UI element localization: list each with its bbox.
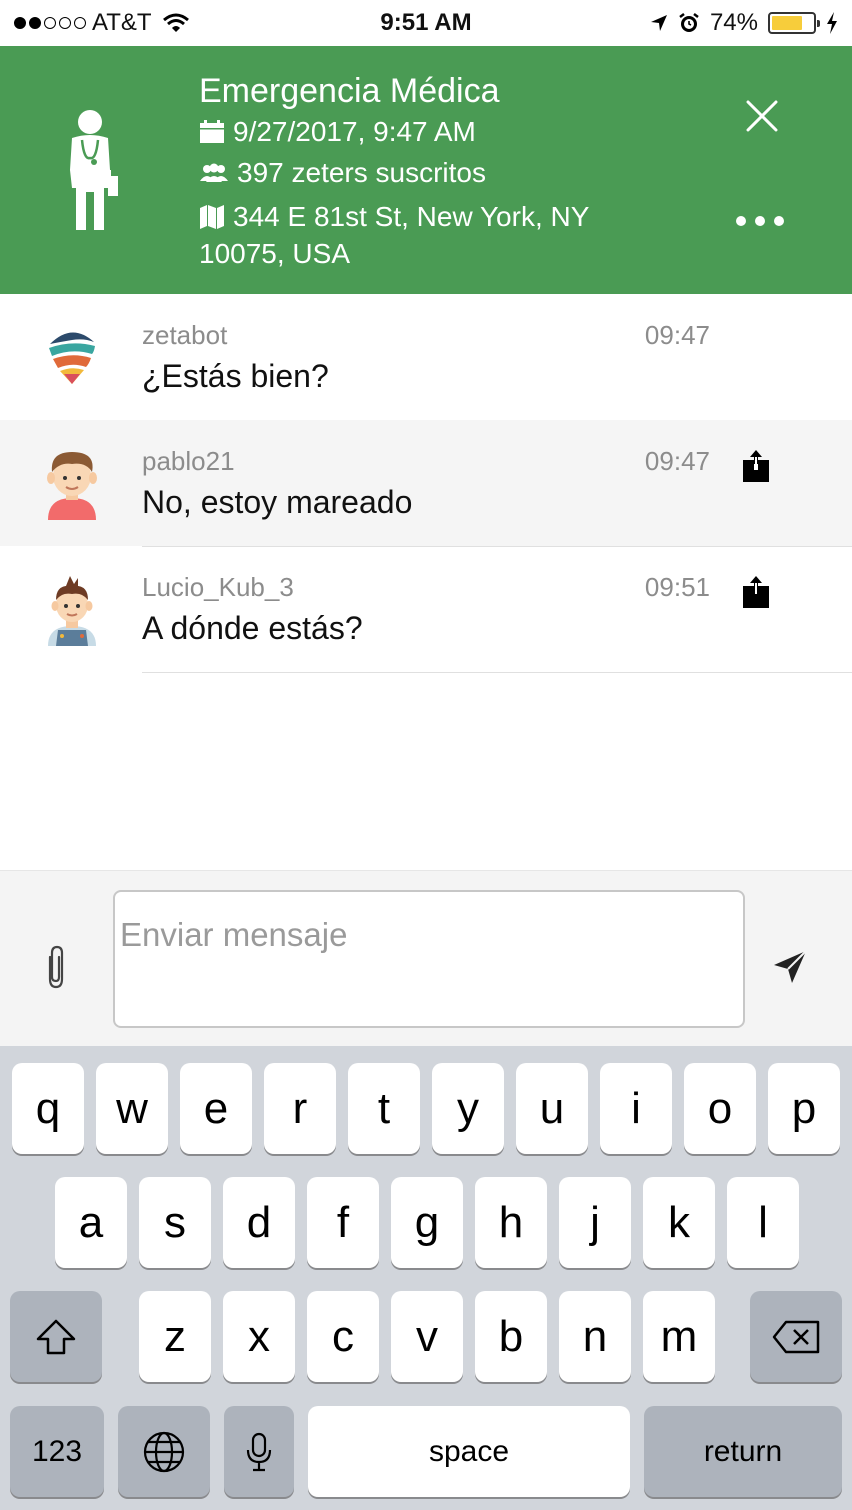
message-item[interactable]: pablo21 09:47 No, estoy mareado bbox=[0, 420, 852, 547]
key-u[interactable]: u bbox=[516, 1063, 588, 1154]
group-icon bbox=[200, 163, 228, 182]
key-x[interactable]: x bbox=[223, 1291, 295, 1382]
key-g[interactable]: g bbox=[391, 1177, 463, 1268]
key-y[interactable]: y bbox=[432, 1063, 504, 1154]
message-time: 09:47 bbox=[644, 320, 710, 350]
message-text: ¿Estás bien? bbox=[142, 358, 329, 394]
more-dot bbox=[755, 216, 765, 226]
status-bar: AT&T 9:51 AM 74% bbox=[0, 0, 852, 46]
message-text: A dónde estás? bbox=[142, 610, 363, 646]
key-d[interactable]: d bbox=[223, 1177, 295, 1268]
send-button[interactable] bbox=[772, 949, 808, 985]
key-j[interactable]: j bbox=[559, 1177, 631, 1268]
event-date-text: 9/27/2017, 9:47 AM bbox=[233, 116, 476, 147]
key-e[interactable]: e bbox=[180, 1063, 252, 1154]
map-icon bbox=[200, 205, 224, 229]
backspace-key[interactable] bbox=[750, 1291, 842, 1382]
event-date: 9/27/2017, 9:47 AM bbox=[199, 116, 476, 148]
key-l[interactable]: l bbox=[727, 1177, 799, 1268]
close-button[interactable] bbox=[742, 96, 782, 136]
message-input[interactable] bbox=[113, 890, 745, 1028]
dictation-key[interactable] bbox=[224, 1406, 294, 1497]
key-w[interactable]: w bbox=[96, 1063, 168, 1154]
event-title: Emergencia Médica bbox=[199, 72, 500, 110]
status-right: 74% bbox=[650, 9, 838, 37]
message-item[interactable]: Lucio_Kub_3 09:51 A dónde estás? bbox=[0, 546, 852, 673]
globe-key[interactable] bbox=[118, 1406, 210, 1497]
zetabot-logo-avatar bbox=[49, 332, 95, 384]
boy-overalls-avatar bbox=[48, 576, 96, 646]
doctor-icon bbox=[70, 110, 118, 230]
key-q[interactable]: q bbox=[12, 1063, 84, 1154]
key-t[interactable]: t bbox=[348, 1063, 420, 1154]
more-dot bbox=[774, 216, 784, 226]
charging-bolt-icon bbox=[827, 12, 837, 34]
divider bbox=[142, 672, 852, 673]
return-key[interactable]: return bbox=[644, 1406, 842, 1497]
battery-icon bbox=[768, 12, 820, 34]
key-i[interactable]: i bbox=[600, 1063, 672, 1154]
event-header: Emergencia Médica 9/27/2017, 9:47 AM 397… bbox=[0, 46, 852, 294]
boy-avatar bbox=[47, 452, 97, 520]
key-v[interactable]: v bbox=[391, 1291, 463, 1382]
event-subscribers: 397 zeters suscritos bbox=[199, 157, 486, 189]
message-author: pablo21 bbox=[142, 446, 235, 476]
message-author: zetabot bbox=[142, 320, 228, 350]
space-key[interactable]: space bbox=[308, 1406, 630, 1497]
key-f[interactable]: f bbox=[307, 1177, 379, 1268]
key-b[interactable]: b bbox=[475, 1291, 547, 1382]
key-z[interactable]: z bbox=[139, 1291, 211, 1382]
share-icon[interactable] bbox=[742, 576, 770, 608]
more-options-button[interactable] bbox=[736, 206, 784, 236]
more-dot bbox=[736, 216, 746, 226]
on-screen-keyboard: qwertyuiop asdfghjkl zxcvbnm 123 space r… bbox=[0, 1046, 852, 1510]
microphone-icon bbox=[246, 1432, 272, 1471]
message-item[interactable]: zetabot 09:47 ¿Estás bien? bbox=[0, 294, 852, 421]
message-list[interactable]: zetabot 09:47 ¿Estás bien? pablo21 09:47… bbox=[0, 294, 852, 870]
message-author: Lucio_Kub_3 bbox=[142, 572, 294, 602]
backspace-icon bbox=[772, 1320, 820, 1353]
key-p[interactable]: p bbox=[768, 1063, 840, 1154]
location-arrow-icon bbox=[650, 15, 667, 31]
key-c[interactable]: c bbox=[307, 1291, 379, 1382]
message-text: No, estoy mareado bbox=[142, 484, 413, 520]
message-time: 09:51 bbox=[644, 572, 710, 602]
key-m[interactable]: m bbox=[643, 1291, 715, 1382]
key-h[interactable]: h bbox=[475, 1177, 547, 1268]
key-k[interactable]: k bbox=[643, 1177, 715, 1268]
alarm-icon bbox=[679, 13, 699, 32]
event-subscribers-text: 397 zeters suscritos bbox=[237, 157, 486, 188]
calendar-icon bbox=[200, 120, 224, 143]
key-a[interactable]: a bbox=[55, 1177, 127, 1268]
globe-icon bbox=[143, 1431, 185, 1472]
key-n[interactable]: n bbox=[559, 1291, 631, 1382]
battery-percent: 74% bbox=[709, 9, 758, 36]
numbers-key[interactable]: 123 bbox=[10, 1406, 104, 1497]
shift-key[interactable] bbox=[10, 1291, 102, 1382]
message-time: 09:47 bbox=[644, 446, 710, 476]
key-r[interactable]: r bbox=[264, 1063, 336, 1154]
share-icon[interactable] bbox=[742, 450, 770, 482]
attach-paperclip-button[interactable] bbox=[40, 943, 72, 991]
event-address-text: 344 E 81st St, New York, NY 10075, USA bbox=[199, 201, 589, 269]
shift-icon bbox=[36, 1319, 76, 1354]
event-address: 344 E 81st St, New York, NY 10075, USA bbox=[199, 198, 639, 272]
key-s[interactable]: s bbox=[139, 1177, 211, 1268]
message-composer bbox=[0, 870, 852, 1046]
key-o[interactable]: o bbox=[684, 1063, 756, 1154]
